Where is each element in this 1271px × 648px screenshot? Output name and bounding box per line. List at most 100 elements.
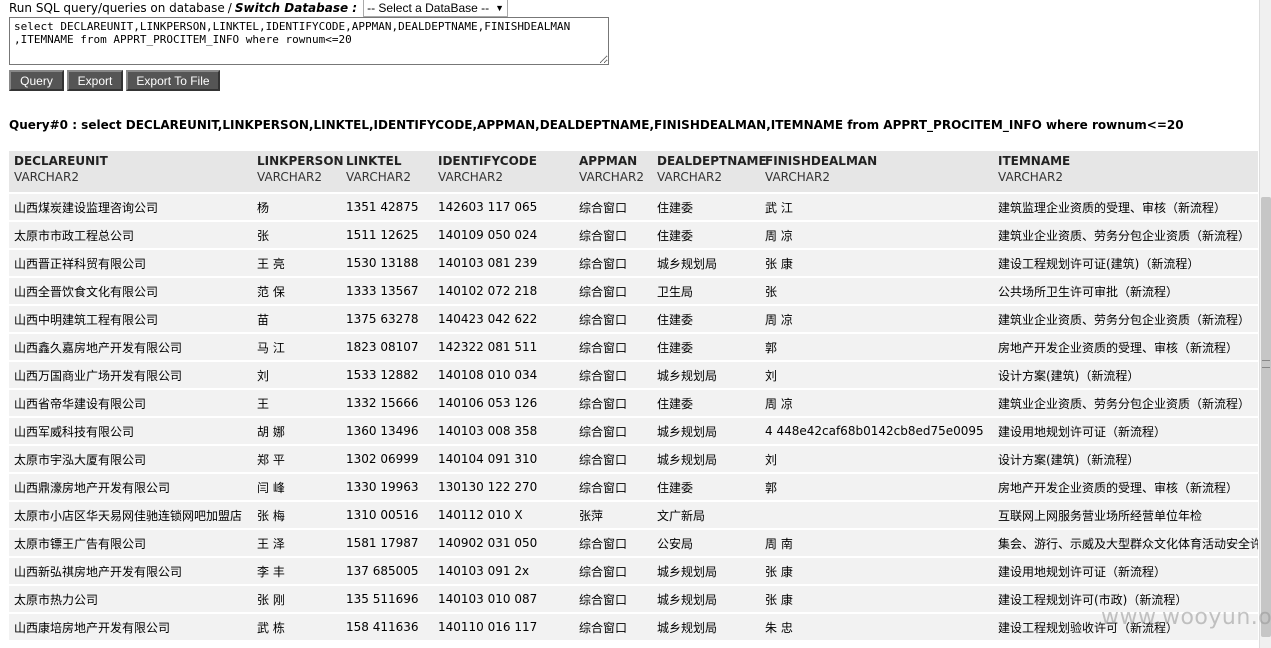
table-cell-declareunit: 山西煤炭建设监理咨询公司 <box>9 193 252 222</box>
column-header-appman[interactable]: APPMAN VARCHAR2 <box>574 151 652 194</box>
table-row: 山西鑫久嘉房地产开发有限公司马 江 1823 08107 142322 081 51… <box>9 333 1258 362</box>
results-table-container: DECLAREUNIT VARCHAR2 LINKPERSON VARCHAR2 LIN… <box>9 151 1258 648</box>
table-cell-linktel: 1581 17987 <box>341 529 433 558</box>
sql-query-textarea[interactable] <box>9 17 609 65</box>
table-cell-finishdealman: 武 江 <box>760 193 993 222</box>
table-cell-identifycode: 142322 081 511 <box>433 333 574 362</box>
table-cell-linktel: 1333 13567 <box>341 277 433 306</box>
query-result-title: Query#0 : select DECLAREUNIT,LINKPERSON,… <box>9 118 1184 132</box>
table-cell-itemname: 互联网上网服务营业场所经营单位年检 <box>993 501 1258 530</box>
table-cell-finishdealman: 刘 <box>760 445 993 474</box>
column-name: FINISHDEALMAN <box>765 154 878 168</box>
column-header-identifycode[interactable]: IDENTIFYCODE VARCHAR2 <box>433 151 574 194</box>
table-cell-dealdeptname: 城乡规划局 <box>652 445 760 474</box>
column-name: APPMAN <box>579 154 638 168</box>
table-cell-itemname: 公共场所卫生许可审批（新流程） <box>993 277 1258 306</box>
table-cell-appman: 综合窗口 <box>574 389 652 418</box>
table-cell-linktel: 158 411636 <box>341 613 433 642</box>
table-cell-declareunit: 山西万国商业广场开发有限公司 <box>9 361 252 390</box>
table-cell-linkperson: 张 刚 <box>252 585 341 614</box>
table-cell-itemname: 建设工程规划许可证(建筑)（新流程） <box>993 249 1258 278</box>
table-row: 山西省帝华建设有限公司王 1332 15666 140106 053 126 综合窗口… <box>9 389 1258 418</box>
table-cell-linkperson: 刘 <box>252 361 341 390</box>
table-cell-linktel: 1375 63278 <box>341 305 433 334</box>
table-row: 山西煤炭建设监理咨询公司杨 1351 42875 142603 117 065 综合窗… <box>9 193 1258 222</box>
table-cell-linkperson: 闫 峰 <box>252 473 341 502</box>
table-cell-appman: 综合窗口 <box>574 249 652 278</box>
export-to-file-button[interactable]: Export To File <box>126 70 220 91</box>
table-cell-itemname: 房地产开发企业资质的受理、审核（新流程） <box>993 333 1258 362</box>
column-header-linkperson[interactable]: LINKPERSON VARCHAR2 <box>252 151 344 194</box>
column-name: DEALDEPTNAME <box>657 154 767 168</box>
table-cell-appman: 综合窗口 <box>574 445 652 474</box>
table-row: 山西鼎濠房地产开发有限公司闫 峰 1330 19963 130130 122 270… <box>9 473 1258 502</box>
table-cell-declareunit: 太原市宇泓大厦有限公司 <box>9 445 252 474</box>
table-cell-finishdealman: 张 <box>760 277 993 306</box>
column-header-declareunit[interactable]: DECLAREUNIT VARCHAR2 <box>9 151 252 194</box>
table-cell-appman: 综合窗口 <box>574 529 652 558</box>
table-cell-declareunit: 山西晋正祥科贸有限公司 <box>9 249 252 278</box>
column-name: IDENTIFYCODE <box>438 154 537 168</box>
table-cell-finishdealman: 郭 <box>760 473 993 502</box>
table-cell-declareunit: 太原市镖王广告有限公司 <box>9 529 252 558</box>
column-header-linktel[interactable]: LINKTEL VARCHAR2 <box>341 151 433 194</box>
vertical-scrollbar[interactable] <box>1259 0 1271 648</box>
table-cell-identifycode: 140108 010 034 <box>433 361 574 390</box>
scrollbar-grip-icon <box>1262 360 1270 368</box>
table-cell-appman: 张萍 <box>574 501 652 530</box>
results-table: DECLAREUNIT VARCHAR2 LINKPERSON VARCHAR2 LIN… <box>9 151 1258 642</box>
table-cell-identifycode: 130130 122 270 <box>433 473 574 502</box>
table-cell-dealdeptname: 住建委 <box>652 389 760 418</box>
table-cell-identifycode: 140103 091 2x <box>433 557 574 586</box>
database-select[interactable]: -- Select a DataBase -- ▼ <box>363 0 509 17</box>
table-cell-appman: 综合窗口 <box>574 473 652 502</box>
table-cell-linkperson: 张 梅 <box>252 501 341 530</box>
table-cell-declareunit: 山西鼎濠房地产开发有限公司 <box>9 473 252 502</box>
table-cell-linkperson: 李 丰 <box>252 557 341 586</box>
table-cell-linktel: 1823 08107 <box>341 333 433 362</box>
table-cell-appman: 综合窗口 <box>574 361 652 390</box>
table-header-row: DECLAREUNIT VARCHAR2 LINKPERSON VARCHAR2 LIN… <box>9 151 1258 194</box>
column-header-finishdealman[interactable]: FINISHDEALMAN VARCHAR2 <box>760 151 993 194</box>
top-bar: Run SQL query/queries on database / Swit… <box>9 0 509 17</box>
table-cell-linktel: 1533 12882 <box>341 361 433 390</box>
table-cell-itemname: 建设用地规划许可证（新流程） <box>993 557 1258 586</box>
table-cell-linktel: 1332 15666 <box>341 389 433 418</box>
table-cell-identifycode: 140103 081 239 <box>433 249 574 278</box>
table-cell-finishdealman: 4 448e42caf68b0142cb8ed75e0095 <box>760 417 993 446</box>
table-cell-dealdeptname: 住建委 <box>652 193 760 222</box>
table-cell-dealdeptname: 住建委 <box>652 221 760 250</box>
column-type: VARCHAR2 <box>346 170 411 184</box>
table-row: 山西全晋饮食文化有限公司范 保 1333 13567 140102 072 218 综… <box>9 277 1258 306</box>
table-cell-linkperson: 杨 <box>252 193 341 222</box>
table-cell-linktel: 1360 13496 <box>341 417 433 446</box>
table-cell-finishdealman: 周 凉 <box>760 221 993 250</box>
table-cell-appman: 综合窗口 <box>574 557 652 586</box>
table-cell-dealdeptname: 公安局 <box>652 529 760 558</box>
table-cell-itemname: 建筑业企业资质、劳务分包企业资质（新流程） <box>993 389 1258 418</box>
table-cell-declareunit: 山西鑫久嘉房地产开发有限公司 <box>9 333 252 362</box>
table-cell-identifycode: 140110 016 117 <box>433 613 574 642</box>
table-cell-linktel: 1530 13188 <box>341 249 433 278</box>
scrollbar-thumb[interactable] <box>1261 197 1271 637</box>
table-row: 山西新弘祺房地产开发有限公司李 丰 137 685005 140103 091 2x… <box>9 557 1258 586</box>
table-cell-finishdealman: 张 康 <box>760 557 993 586</box>
query-button[interactable]: Query <box>9 70 64 91</box>
table-cell-declareunit: 太原市小店区华天易网佳驰连锁网吧加盟店 <box>9 501 252 530</box>
table-cell-declareunit: 山西省帝华建设有限公司 <box>9 389 252 418</box>
column-header-dealdeptname[interactable]: DEALDEPTNAME VARCHAR2 <box>652 151 767 194</box>
table-row: 太原市宇泓大厦有限公司郑 平 1302 06999 140104 091 310 综合… <box>9 445 1258 474</box>
table-cell-linktel: 1302 06999 <box>341 445 433 474</box>
separator: / <box>227 1 232 15</box>
table-cell-dealdeptname: 住建委 <box>652 333 760 362</box>
table-cell-identifycode: 142603 117 065 <box>433 193 574 222</box>
table-cell-finishdealman: 刘 <box>760 361 993 390</box>
table-cell-identifycode: 140102 072 218 <box>433 277 574 306</box>
export-button[interactable]: Export <box>67 70 123 91</box>
table-cell-identifycode: 140106 053 126 <box>433 389 574 418</box>
action-buttons: Query Export Export To File <box>9 70 220 91</box>
table-cell-itemname: 集会、游行、示威及大型群众文化体育活动安全许 <box>993 529 1258 558</box>
column-header-itemname[interactable]: ITEMNAME VARCHAR2 <box>993 151 1258 194</box>
table-cell-appman: 综合窗口 <box>574 417 652 446</box>
table-cell-declareunit: 山西中明建筑工程有限公司 <box>9 305 252 334</box>
